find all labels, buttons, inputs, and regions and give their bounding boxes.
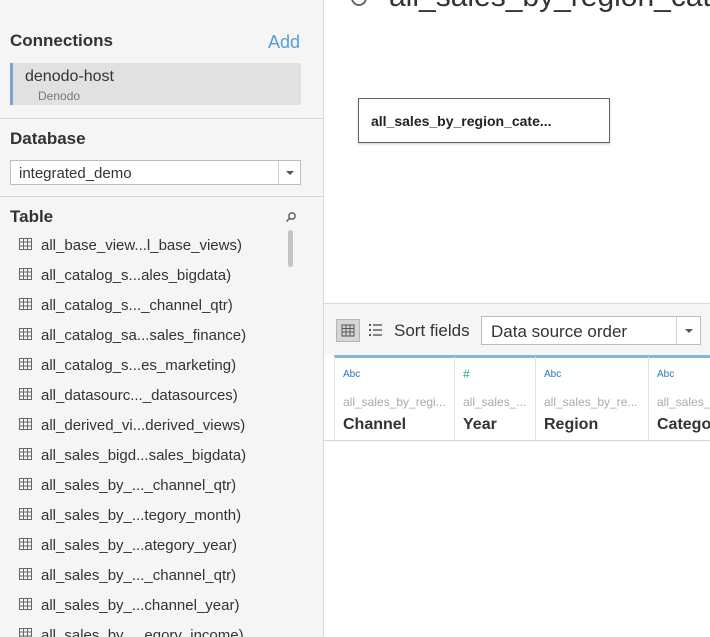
- table-icon: [19, 358, 32, 370]
- table-list-item-label: all_catalog_sa...sales_finance): [41, 327, 247, 344]
- table-list-item-label: all_derived_vi...derived_views): [41, 417, 246, 434]
- table-list-item-label: all_catalog_s..._channel_qtr): [41, 297, 233, 314]
- table-list-item-label: all_sales_by_..._channel_qtr): [41, 477, 237, 494]
- divider: [0, 196, 323, 197]
- table-list-item[interactable]: all_catalog_s...es_marketing): [0, 350, 285, 380]
- table-list-item-label: all_sales_by_...tegory_month): [41, 507, 242, 524]
- field-source: all_sales_by_regi...: [343, 395, 446, 409]
- table-icon: [19, 418, 32, 430]
- canvas-table-card-label: all_sales_by_region_cate...: [371, 113, 552, 129]
- table-list-item-label: all_sales_by_...channel_year): [41, 597, 240, 614]
- table-list-item-label: all_datasourc..._datasources): [41, 387, 238, 404]
- field-source: all_sales_: [657, 395, 710, 409]
- table-icon: [19, 478, 32, 490]
- list-view-icon[interactable]: [368, 321, 384, 339]
- grid-column-header[interactable]: # all_sales_... Year: [454, 355, 535, 440]
- grid-icon: [341, 324, 355, 337]
- sort-fields-label: Sort fields: [394, 321, 470, 340]
- field-type-icon[interactable]: Abc: [657, 369, 674, 380]
- table-list-item[interactable]: all_sales_by_...tegory_month): [0, 500, 285, 530]
- field-name: Categor: [657, 416, 710, 433]
- table-list-item[interactable]: all_base_view...l_base_views): [0, 230, 285, 260]
- table-icon: [19, 298, 32, 310]
- table-icon: [19, 538, 32, 550]
- grid-column-header[interactable]: Abc all_sales_by_re... Region: [535, 355, 648, 440]
- field-type-icon[interactable]: Abc: [343, 369, 360, 380]
- table-icon: [19, 568, 32, 580]
- field-name: Region: [544, 416, 599, 433]
- connection-item[interactable]: denodo-host Denodo: [10, 63, 301, 105]
- table-list-item[interactable]: all_sales_by_..._channel_qtr): [0, 470, 285, 500]
- chevron-down-icon: [286, 171, 294, 175]
- table-list-item-label: all_sales_bigd...sales_bigdata): [41, 447, 247, 464]
- field-type-icon[interactable]: #: [463, 367, 470, 381]
- database-selected-value: integrated_demo: [19, 165, 132, 182]
- canvas-title[interactable]: all_sales_by_region_category: [349, 0, 710, 14]
- table-icon: [19, 388, 32, 400]
- table-list-item[interactable]: all_datasourc..._datasources): [0, 380, 285, 410]
- table-list: all_base_view...l_base_views) all_catalog…: [0, 230, 285, 637]
- field-source: all_sales_...: [463, 395, 527, 409]
- table-list-item[interactable]: all_sales_bigd...sales_bigdata): [0, 440, 285, 470]
- table-list-scrollbar[interactable]: [288, 230, 293, 267]
- field-name: Year: [463, 416, 497, 433]
- grid-toolbar: Sort fields Data source order: [324, 303, 710, 355]
- table-list-item[interactable]: all_sales_by_...channel_year): [0, 590, 285, 620]
- database-select[interactable]: integrated_demo: [10, 160, 301, 185]
- sort-fields-select[interactable]: Data source order: [481, 316, 701, 345]
- table-list-item-label: all_catalog_s...es_marketing): [41, 357, 237, 374]
- table-icon: [19, 238, 32, 250]
- field-type-icon[interactable]: Abc: [544, 369, 561, 380]
- sort-dropdown-toggle[interactable]: [676, 317, 700, 344]
- table-list-item-label: all_base_view...l_base_views): [41, 237, 242, 254]
- table-list-item-label: all_sales_by_..._channel_qtr): [41, 567, 237, 584]
- table-icon: [19, 508, 32, 520]
- table-list-item[interactable]: all_catalog_sa...sales_finance): [0, 320, 285, 350]
- chevron-down-icon: [685, 329, 693, 333]
- divider: [0, 118, 323, 119]
- table-list-item[interactable]: all_sales_by_..._channel_qtr): [0, 560, 285, 590]
- database-heading: Database: [10, 129, 86, 148]
- field-name: Channel: [343, 416, 407, 433]
- add-connection-link[interactable]: Add: [268, 32, 300, 53]
- search-icon[interactable]: [285, 211, 297, 223]
- data-source-sidebar: Connections Add denodo-host Denodo Datab…: [0, 0, 324, 637]
- table-list-item-label: all_sales_by_...egory_income): [41, 627, 244, 637]
- table-icon: [19, 328, 32, 340]
- table-list-item[interactable]: all_sales_by_...egory_income): [0, 620, 285, 637]
- table-list-item[interactable]: all_catalog_s...ales_bigdata): [0, 260, 285, 290]
- data-grid-header: Abc all_sales_by_regi... Channel # all_sales…: [324, 355, 710, 441]
- table-list-item-label: all_sales_by_...ategory_year): [41, 537, 237, 554]
- table-heading: Table: [10, 207, 54, 226]
- connection-name: denodo-host: [25, 68, 114, 85]
- field-source: all_sales_by_re...: [544, 395, 638, 409]
- database-dropdown-toggle[interactable]: [278, 161, 300, 184]
- grid-view-button[interactable]: [336, 319, 360, 342]
- grid-column-header[interactable]: Abc all_sales_by_regi... Channel: [334, 355, 454, 440]
- grid-column-header[interactable]: Abc all_sales_ Categor: [648, 355, 710, 440]
- canvas-table-card[interactable]: all_sales_by_region_cate...: [358, 98, 610, 143]
- connections-heading: Connections: [10, 31, 113, 50]
- table-list-item[interactable]: all_sales_by_...ategory_year): [0, 530, 285, 560]
- table-icon: [19, 448, 32, 460]
- table-icon: [19, 628, 32, 637]
- table-icon: [19, 598, 32, 610]
- table-list-item[interactable]: all_derived_vi...derived_views): [0, 410, 285, 440]
- connection-type: Denodo: [38, 89, 81, 103]
- sort-fields-value: Data source order: [491, 322, 628, 341]
- table-icon: [19, 268, 32, 280]
- table-list-item[interactable]: all_catalog_s..._channel_qtr): [0, 290, 285, 320]
- table-list-item-label: all_catalog_s...ales_bigdata): [41, 267, 232, 284]
